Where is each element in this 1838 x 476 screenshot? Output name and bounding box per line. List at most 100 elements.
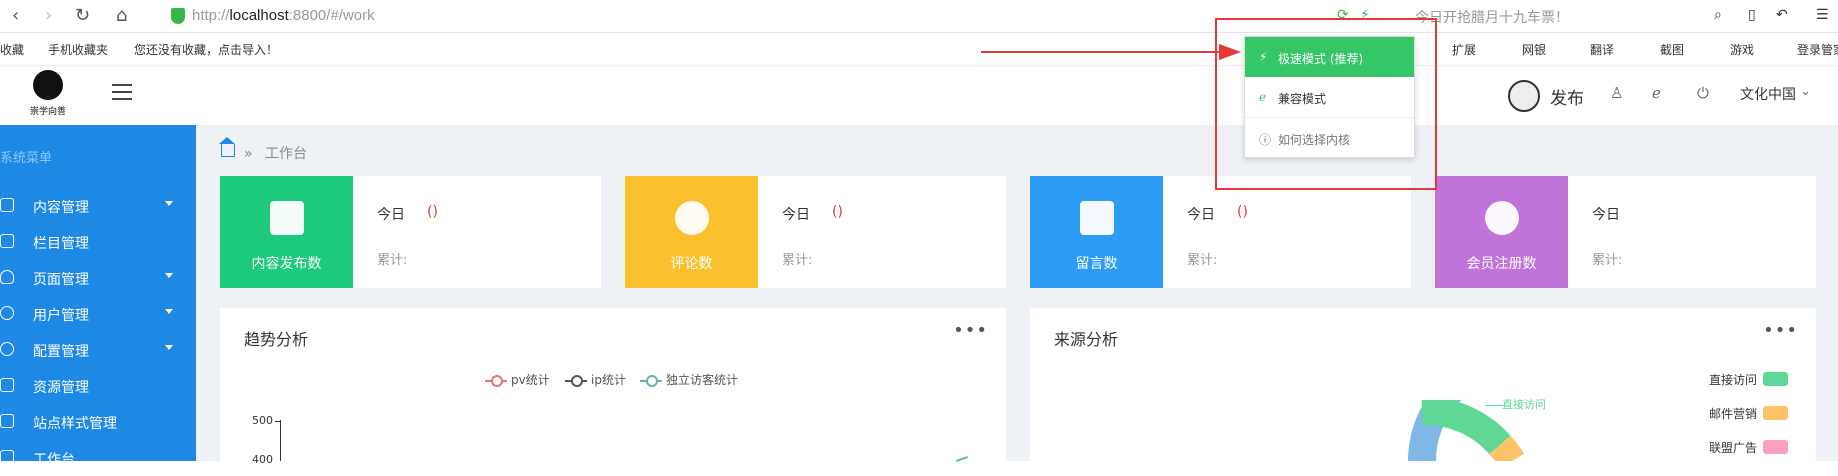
stat-total-label: 累计: <box>377 253 408 268</box>
edit-document-icon <box>1079 201 1114 235</box>
chevron-down-icon <box>165 345 173 350</box>
back-icon[interactable]: ‹ <box>12 5 19 26</box>
pie-slice-email[interactable] <box>1489 435 1524 461</box>
site-logo[interactable]: 崇学向善 <box>26 70 70 120</box>
ie-icon[interactable]: ℯ <box>1652 84 1661 102</box>
hamburger-menu-icon[interactable] <box>112 84 132 100</box>
home-icon[interactable]: ⌂ <box>116 5 127 26</box>
comment-icon <box>674 201 709 235</box>
stat-card-label: 评论数 <box>670 256 713 272</box>
promo-text[interactable]: 今日开抢腊月十九车票！ <box>1415 7 1569 27</box>
compat-mode-option[interactable]: ℯ 兼容模式 <box>1245 77 1414 117</box>
power-icon[interactable]: ⏻ <box>1697 84 1709 102</box>
sidebar-item-config[interactable]: 配置管理 <box>0 332 196 368</box>
sidebar-item-workbench[interactable]: 工作台 <box>0 440 196 476</box>
breadcrumb-home-icon[interactable] <box>219 137 235 157</box>
stat-card-label: 会员注册数 <box>1466 256 1537 272</box>
breadcrumb: » 工作台 <box>244 143 307 163</box>
login-manager-item[interactable]: 登录管家 <box>1797 41 1838 58</box>
sidebar-item-columns[interactable]: 栏目管理 <box>0 224 196 260</box>
stat-total-label: 累计: <box>1187 253 1218 268</box>
more-options-icon[interactable]: ••• <box>953 320 988 341</box>
chevron-down-icon <box>165 309 173 314</box>
logo-text: 崇学向善 <box>29 107 66 117</box>
screenshot-item[interactable]: 截图 <box>1660 41 1684 58</box>
user-icon[interactable]: ♙ <box>1610 84 1623 102</box>
favorites-import-hint[interactable]: 您还没有收藏，点击导入！ <box>134 41 278 58</box>
lightning-icon: ⚡ <box>1259 50 1268 64</box>
extensions-item[interactable]: 扩展 <box>1452 41 1476 58</box>
kernel-help-option[interactable]: ⓘ 如何选择内核 <box>1245 117 1414 157</box>
monitor-icon <box>0 414 14 428</box>
more-options-icon[interactable]: ••• <box>1763 320 1798 341</box>
avatar[interactable] <box>1508 80 1540 112</box>
document-icon <box>0 198 14 212</box>
security-shield-icon <box>171 8 185 24</box>
sidebar-item-content[interactable]: 内容管理 <box>0 188 196 224</box>
sidebar-item-users[interactable]: 用户管理 <box>0 296 196 332</box>
publish-button[interactable]: 发布 <box>1550 84 1584 109</box>
source-panel-title: 来源分析 <box>1054 330 1119 349</box>
sidebar-item-site-styles[interactable]: 站点样式管理 <box>0 404 196 440</box>
stat-card-label: 留言数 <box>1075 256 1118 272</box>
breadcrumb-separator: » <box>244 146 253 162</box>
stat-card-messages: 留言数 今日 () 累计: <box>1030 176 1411 288</box>
legend-ads[interactable]: 联盟广告 <box>1709 439 1788 456</box>
annotation-arrow <box>981 51 1221 53</box>
region-dropdown[interactable]: 文化中国 <box>1740 84 1796 104</box>
logo-emblem-icon <box>33 70 63 100</box>
stat-today-value: () <box>1237 204 1248 220</box>
main-content: » 工作台 内容发布数 今日 () 累计: 评论数 今日 () 累计: 留言数 … <box>196 125 1838 461</box>
favorites-item[interactable]: 收藏 <box>0 41 24 58</box>
user-icon <box>0 306 14 320</box>
ie-icon: ℯ <box>1259 90 1267 104</box>
stat-card-content: 内容发布数 今日 () 累计: <box>220 176 601 288</box>
games-item[interactable]: 游戏 <box>1730 41 1754 58</box>
y-axis-line <box>280 420 281 461</box>
legend-direct[interactable]: 直接访问 <box>1709 371 1788 388</box>
chevron-down-icon <box>165 201 173 206</box>
stat-total-label: 累计: <box>782 253 813 268</box>
stat-card-iconbox: 内容发布数 <box>220 176 353 288</box>
chevron-down-icon[interactable]: ⌄ <box>1800 84 1811 99</box>
sidebar-item-pages[interactable]: 页面管理 <box>0 260 196 296</box>
url-field[interactable]: http://localhost:8800/#/work <box>192 7 375 24</box>
legend-email[interactable]: 邮件营销 <box>1709 405 1788 422</box>
stat-today-label: 今日 <box>1187 207 1215 223</box>
refresh-icon[interactable]: ↻ <box>75 5 90 26</box>
stat-card-members: 会员注册数 今日 累计: <box>1435 176 1816 288</box>
sidebar: 系统菜单 内容管理 栏目管理 页面管理 用户管理 配置管理 资源管理 站点样式管… <box>0 125 196 468</box>
bank-item[interactable]: 网银 <box>1522 41 1546 58</box>
legend-ip[interactable]: ip统计 <box>565 371 626 388</box>
add-user-icon <box>1484 201 1519 235</box>
stat-card-iconbox: 评论数 <box>625 176 758 288</box>
legend-unique-visitors[interactable]: 独立访客统计 <box>640 371 738 388</box>
stat-today-value: () <box>427 204 438 220</box>
resources-icon <box>0 378 14 392</box>
stat-today-label: 今日 <box>1592 207 1620 223</box>
y-axis-tick: 400 <box>252 453 273 466</box>
chevron-down-icon <box>165 273 173 278</box>
translate-item[interactable]: 翻译 <box>1590 41 1614 58</box>
stat-card-comments: 评论数 今日 () 累计: <box>625 176 1006 288</box>
undo-icon[interactable]: ↶ <box>1776 7 1788 23</box>
sidebar-item-resources[interactable]: 资源管理 <box>0 368 196 404</box>
phone-icon[interactable]: ▯ <box>1748 7 1756 23</box>
app-header: 崇学向善 发布 ♙ ℯ ⏻ 文化中国 ⌄ <box>0 66 1838 125</box>
speed-mode-option[interactable]: ⚡ 极速模式 (推荐) <box>1245 37 1414 77</box>
kernel-mode-popup: ⚡ 极速模式 (推荐) ℯ 兼容模式 ⓘ 如何选择内核 <box>1244 36 1415 158</box>
search-icon[interactable]: ⌕ <box>1714 7 1722 23</box>
sidebar-title: 系统菜单 <box>0 151 53 166</box>
menu-icon[interactable]: ☰ <box>1816 7 1829 23</box>
breadcrumb-current: 工作台 <box>265 146 308 162</box>
stat-today-value: () <box>832 204 843 220</box>
stat-today-label: 今日 <box>782 207 810 223</box>
stat-card-label: 内容发布数 <box>251 256 322 272</box>
stat-total-label: 累计: <box>1592 253 1623 268</box>
grid-icon <box>0 234 14 248</box>
legend-pv[interactable]: pv统计 <box>485 371 550 388</box>
gear-icon <box>0 342 14 356</box>
forward-icon[interactable]: › <box>45 5 52 26</box>
browser-address-bar: ‹ › ↻ ⌂ http://localhost:8800/#/work ⟳ ⚡… <box>0 0 1838 33</box>
mobile-favorites-item[interactable]: 手机收藏夹 <box>48 41 108 58</box>
